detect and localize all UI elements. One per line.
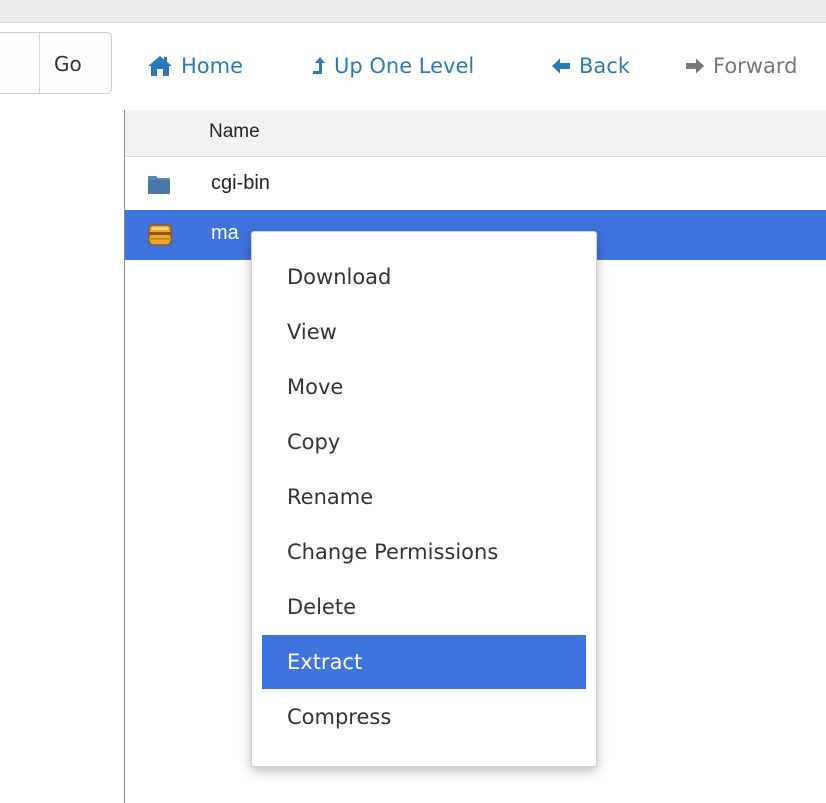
menu-item-compress[interactable]: Compress bbox=[262, 690, 586, 744]
context-menu: Download View Move Copy Rename Change Pe… bbox=[251, 231, 597, 767]
menu-item-view[interactable]: View bbox=[262, 305, 586, 359]
archive-icon bbox=[147, 223, 173, 251]
file-name: ma bbox=[211, 222, 239, 244]
menu-item-move[interactable]: Move bbox=[262, 360, 586, 414]
name-column-header[interactable]: Name bbox=[209, 121, 260, 143]
file-name: cgi-bin bbox=[211, 172, 270, 194]
file-list-header: Name bbox=[125, 110, 826, 157]
up-one-level-button[interactable]: Up One Level bbox=[312, 51, 474, 81]
file-row-cgi-bin[interactable]: cgi-bin bbox=[125, 160, 826, 210]
folder-icon bbox=[147, 173, 171, 199]
back-button-label: Back bbox=[579, 54, 630, 78]
home-button[interactable]: Home bbox=[147, 51, 243, 81]
go-button-divider bbox=[39, 33, 40, 93]
forward-button-label: Forward bbox=[713, 54, 798, 78]
level-up-icon bbox=[312, 55, 326, 77]
menu-item-delete[interactable]: Delete bbox=[262, 580, 586, 634]
menu-item-rename[interactable]: Rename bbox=[262, 470, 586, 524]
menu-item-copy[interactable]: Copy bbox=[262, 415, 586, 469]
arrow-left-icon bbox=[551, 57, 571, 75]
home-button-label: Home bbox=[181, 54, 244, 78]
home-icon bbox=[147, 55, 173, 77]
top-toolbar-strip bbox=[0, 0, 826, 23]
menu-item-extract[interactable]: Extract bbox=[262, 635, 586, 689]
menu-item-change-permissions[interactable]: Change Permissions bbox=[262, 525, 586, 579]
go-button[interactable]: Go bbox=[54, 52, 82, 76]
up-one-level-label: Up One Level bbox=[334, 54, 475, 78]
back-button[interactable]: Back bbox=[551, 51, 630, 81]
arrow-right-icon bbox=[685, 57, 705, 75]
forward-button[interactable]: Forward bbox=[685, 51, 797, 81]
menu-item-download[interactable]: Download bbox=[262, 250, 586, 304]
